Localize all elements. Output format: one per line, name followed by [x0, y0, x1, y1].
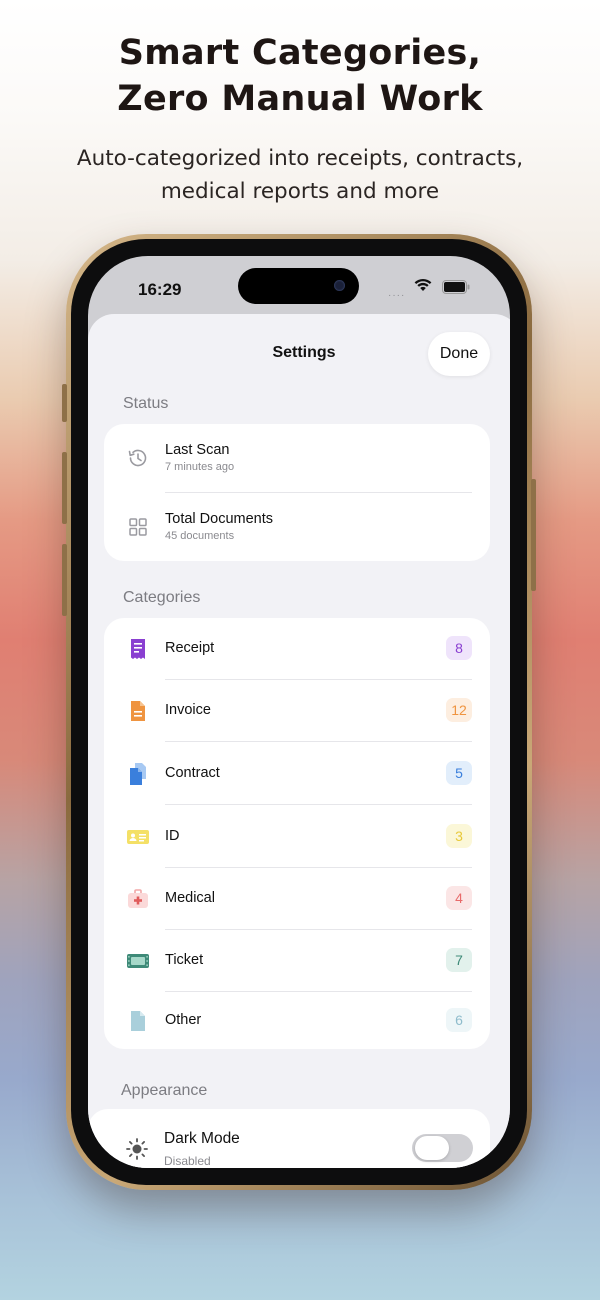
phone-frame: 16:29 ···· Settings Done Status Last Sca… — [62, 234, 536, 1190]
dark-mode-toggle[interactable] — [412, 1134, 473, 1162]
wifi-icon — [414, 278, 432, 291]
status-section-header: Status — [123, 395, 169, 412]
phone-screen: 16:29 ···· Settings Done Status Last Sca… — [88, 256, 510, 1168]
subhead-line-2: medical reports and more — [160, 179, 440, 204]
category-label: Medical — [165, 890, 215, 906]
headline-line-2: Zero Manual Work — [117, 79, 483, 119]
category-label: Invoice — [165, 702, 211, 718]
category-row-invoice[interactable]: Invoice 12 — [104, 680, 490, 741]
camera-icon — [334, 280, 345, 291]
category-row-ticket[interactable]: Ticket 7 — [104, 930, 490, 991]
category-count-badge: 6 — [446, 1008, 472, 1032]
category-row-other[interactable]: Other 6 — [104, 992, 490, 1049]
category-count-badge: 4 — [446, 886, 472, 910]
category-row-id[interactable]: ID 3 — [104, 805, 490, 867]
medical-kit-icon — [128, 889, 148, 908]
volume-down-button — [62, 544, 67, 616]
category-label: Ticket — [165, 952, 204, 968]
category-count-badge: 5 — [446, 761, 472, 785]
status-card: Last Scan 7 minutes ago Total Documents … — [104, 424, 490, 561]
appearance-section-header: Appearance — [121, 1082, 208, 1099]
category-row-contract[interactable]: Contract 5 — [104, 742, 490, 804]
total-documents-row[interactable]: Total Documents 45 documents — [104, 493, 490, 561]
category-row-receipt[interactable]: Receipt 8 — [104, 618, 490, 679]
cellular-signal-icon: ···· — [388, 290, 406, 301]
category-label: Other — [165, 1012, 202, 1028]
last-scan-row[interactable]: Last Scan 7 minutes ago — [104, 424, 490, 492]
receipt-icon — [131, 639, 145, 659]
category-label: Receipt — [165, 640, 215, 656]
category-count-badge: 7 — [446, 948, 472, 972]
done-button[interactable]: Done — [428, 332, 490, 376]
dark-mode-label: Dark Mode — [164, 1130, 240, 1147]
appearance-card: Dark Mode Disabled — [88, 1109, 490, 1168]
power-button — [531, 479, 536, 591]
grid-icon — [129, 518, 147, 536]
category-label: ID — [165, 828, 180, 844]
category-count-badge: 12 — [446, 698, 472, 722]
total-documents-subtitle: 45 documents — [165, 530, 235, 542]
volume-up-button — [62, 452, 67, 524]
action-button — [62, 384, 67, 422]
dynamic-island — [238, 268, 359, 304]
category-count-badge: 8 — [446, 636, 472, 660]
battery-icon — [442, 280, 470, 294]
dark-mode-row: Dark Mode Disabled — [88, 1109, 490, 1168]
categories-section-header: Categories — [123, 589, 201, 606]
id-card-icon — [127, 830, 149, 844]
marketing-subhead: Auto-categorized into receipts, contract… — [0, 142, 600, 208]
category-row-medical[interactable]: Medical 4 — [104, 868, 490, 929]
categories-card: Receipt 8 Invoice 12 Contract 5 ID 3 Med… — [104, 618, 490, 1049]
total-documents-title: Total Documents — [165, 511, 273, 527]
invoice-icon — [131, 701, 145, 721]
settings-sheet: Settings Done Status Last Scan 7 minutes… — [88, 314, 510, 1168]
sun-icon — [126, 1138, 148, 1160]
category-label: Contract — [165, 765, 220, 781]
last-scan-title: Last Scan — [165, 442, 230, 458]
ticket-icon — [127, 954, 149, 968]
subhead-line-1: Auto-categorized into receipts, contract… — [76, 146, 524, 171]
contract-icon — [130, 763, 146, 785]
last-scan-subtitle: 7 minutes ago — [165, 461, 235, 473]
clock-history-icon — [128, 449, 147, 467]
phone-bezel: 16:29 ···· Settings Done Status Last Sca… — [71, 239, 527, 1185]
document-icon — [131, 1011, 145, 1031]
dark-mode-status: Disabled — [164, 1154, 211, 1168]
status-time: 16:29 — [138, 280, 182, 299]
toggle-knob — [415, 1136, 449, 1160]
headline-line-1: Smart Categories, — [118, 33, 482, 73]
marketing-headline: Smart Categories, Zero Manual Work — [0, 30, 600, 122]
category-count-badge: 3 — [446, 824, 472, 848]
